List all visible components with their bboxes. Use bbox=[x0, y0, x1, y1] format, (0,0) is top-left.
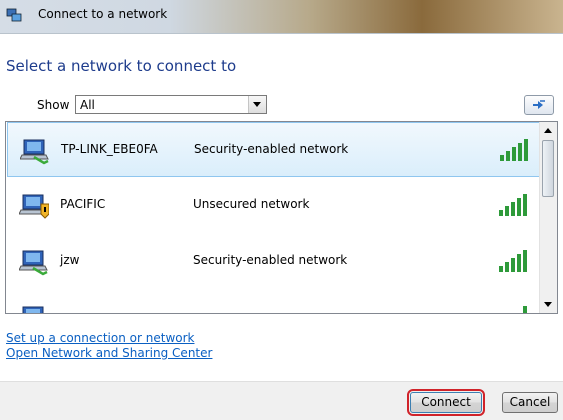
network-name: jzw bbox=[60, 253, 80, 267]
network-name: TP-LINK_EBE0FA bbox=[61, 142, 158, 156]
network-secure-icon bbox=[19, 250, 48, 276]
chevron-down-icon bbox=[544, 302, 552, 307]
chevron-down-icon bbox=[253, 102, 261, 107]
show-label: Show bbox=[37, 98, 70, 112]
refresh-button[interactable] bbox=[524, 95, 554, 115]
network-unsecured-icon bbox=[19, 194, 49, 219]
show-filter-select[interactable]: All bbox=[75, 95, 267, 114]
network-name: PACIFIC bbox=[60, 197, 106, 211]
network-security: Security-enabled network bbox=[194, 142, 349, 156]
list-scrollbar[interactable] bbox=[539, 122, 557, 313]
title-bar: Connect to a network bbox=[0, 0, 563, 34]
network-icon bbox=[22, 306, 44, 313]
network-row-jzw[interactable]: jzw Security-enabled network bbox=[7, 234, 542, 289]
signal-strength-icon bbox=[499, 194, 527, 216]
refresh-icon bbox=[533, 100, 545, 109]
signal-strength-icon bbox=[500, 139, 528, 161]
signal-strength-icon bbox=[523, 306, 527, 313]
network-security: Security-enabled network bbox=[193, 253, 348, 267]
network-row-pacific[interactable]: PACIFIC Unsecured network bbox=[7, 178, 542, 233]
dropdown-arrow[interactable] bbox=[248, 96, 266, 113]
cancel-button[interactable]: Cancel bbox=[502, 392, 558, 413]
scroll-up-button[interactable] bbox=[540, 122, 557, 139]
network-row-tp-link[interactable]: TP-LINK_EBE0FA Security-enabled network bbox=[7, 122, 542, 177]
network-secure-icon bbox=[20, 139, 49, 165]
network-row-partial[interactable] bbox=[7, 290, 542, 313]
scroll-thumb[interactable] bbox=[542, 140, 554, 197]
network-list[interactable]: TP-LINK_EBE0FA Security-enabled network … bbox=[5, 121, 558, 314]
sharing-center-link[interactable]: Open Network and Sharing Center bbox=[6, 346, 212, 360]
connect-button[interactable]: Connect bbox=[407, 389, 485, 416]
scroll-down-button[interactable] bbox=[540, 296, 557, 313]
signal-strength-icon bbox=[499, 250, 527, 272]
page-heading: Select a network to connect to bbox=[6, 57, 237, 75]
setup-connection-link[interactable]: Set up a connection or network bbox=[6, 331, 194, 345]
chevron-up-icon bbox=[544, 128, 552, 133]
network-security: Unsecured network bbox=[193, 197, 310, 211]
network-app-icon bbox=[6, 8, 22, 22]
show-filter-value: All bbox=[80, 98, 95, 112]
window-title: Connect to a network bbox=[38, 7, 168, 21]
